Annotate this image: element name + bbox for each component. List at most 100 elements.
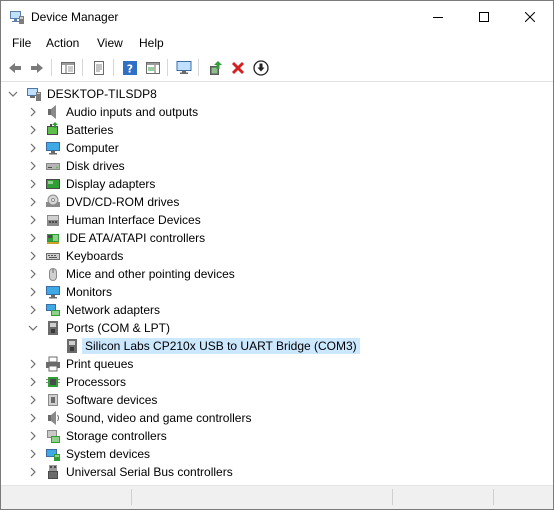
chevron-right-icon[interactable] <box>27 106 39 118</box>
status-pane <box>132 489 393 505</box>
menu-view[interactable]: View <box>96 35 124 51</box>
chevron-right-icon[interactable] <box>27 286 39 298</box>
dvd-icon <box>46 194 60 207</box>
help-button[interactable]: ? <box>120 58 140 77</box>
tree-category[interactable]: Disk drives <box>1 157 553 175</box>
scan-hardware-button[interactable] <box>174 58 194 77</box>
tree-category[interactable]: Processors <box>1 373 553 391</box>
system-devices-icon <box>46 449 60 461</box>
minimize-button[interactable] <box>415 1 461 32</box>
tree-category[interactable]: Batteries <box>1 121 553 139</box>
tree-category[interactable]: Software devices <box>1 391 553 409</box>
chevron-down-icon[interactable] <box>7 88 19 100</box>
chevron-right-icon[interactable] <box>27 142 39 154</box>
chevron-right-icon[interactable] <box>27 178 39 190</box>
computer-icon <box>46 142 60 155</box>
minimize-icon <box>433 16 443 18</box>
disable-device-button[interactable] <box>251 58 271 77</box>
chevron-right-icon[interactable] <box>27 214 39 226</box>
chevron-right-icon[interactable] <box>27 376 39 388</box>
tree-category[interactable]: Storage controllers <box>1 427 553 445</box>
device-manager-window: Device Manager File Action View Help ? D… <box>0 0 554 510</box>
battery-icon <box>47 122 58 135</box>
chevron-right-icon[interactable] <box>27 394 39 406</box>
maximize-button[interactable] <box>461 1 507 32</box>
category-label: Disk drives <box>66 159 125 173</box>
update-driver-icon <box>210 60 222 75</box>
action-pane-icon <box>146 61 160 74</box>
category-label: Sound, video and game controllers <box>66 411 252 425</box>
category-label: Mice and other pointing devices <box>66 267 235 281</box>
keyboard-icon <box>46 253 60 260</box>
category-label: Ports (COM & LPT) <box>66 321 171 335</box>
chevron-right-icon[interactable] <box>27 160 39 172</box>
uninstall-device-icon <box>231 61 245 74</box>
menu-help[interactable]: Help <box>138 35 165 51</box>
chevron-right-icon[interactable] <box>27 358 39 370</box>
forward-button[interactable] <box>27 58 47 77</box>
toolbar-separator <box>82 59 83 76</box>
uninstall-device-button[interactable] <box>228 58 248 77</box>
action-pane-button[interactable] <box>143 58 163 77</box>
chevron-right-icon[interactable] <box>27 268 39 280</box>
maximize-icon <box>479 11 489 22</box>
title-bar[interactable]: Device Manager <box>1 1 553 32</box>
device-manager-app-icon <box>10 11 24 24</box>
usb-icon <box>48 465 58 479</box>
tree-category[interactable]: Computer <box>1 139 553 157</box>
port-icon <box>48 321 58 335</box>
close-icon <box>525 11 535 22</box>
tree-category[interactable]: Mice and other pointing devices <box>1 265 553 283</box>
storage-controller-icon <box>47 430 60 443</box>
tree-category[interactable]: Human Interface Devices <box>1 211 553 229</box>
svg-text:?: ? <box>127 62 133 75</box>
category-label: Monitors <box>66 285 113 299</box>
show-hide-console-tree-button[interactable] <box>58 58 78 77</box>
chevron-right-icon[interactable] <box>27 466 39 478</box>
tree-category[interactable]: Universal Serial Bus controllers <box>1 463 553 481</box>
chevron-right-icon[interactable] <box>27 124 39 136</box>
chevron-right-icon[interactable] <box>27 448 39 460</box>
tree-category[interactable]: Keyboards <box>1 247 553 265</box>
toolbar: ? <box>1 54 553 82</box>
tree-category[interactable]: Ports (COM & LPT) <box>1 319 553 337</box>
status-pane <box>393 489 494 505</box>
tree-category[interactable]: Display adapters <box>1 175 553 193</box>
menu-bar: File Action View Help <box>1 32 553 54</box>
port-device-icon <box>67 339 77 353</box>
display-adapter-icon <box>46 179 60 189</box>
window-title: Device Manager <box>31 10 119 24</box>
close-button[interactable] <box>507 1 553 32</box>
computer-name-label: DESKTOP-TILSDP8 <box>47 87 157 101</box>
tree-category[interactable]: Sound, video and game controllers <box>1 409 553 427</box>
tree-category[interactable]: DVD/CD-ROM drives <box>1 193 553 211</box>
category-label: Print queues <box>66 357 134 371</box>
tree-category[interactable]: Monitors <box>1 283 553 301</box>
back-button[interactable] <box>5 58 25 77</box>
chevron-right-icon[interactable] <box>27 250 39 262</box>
disable-device-icon <box>253 59 269 76</box>
category-label: Human Interface Devices <box>66 213 201 227</box>
tree-device-item[interactable]: Silicon Labs CP210x USB to UART Bridge (… <box>1 337 553 355</box>
status-pane <box>1 489 132 505</box>
chevron-right-icon[interactable] <box>27 430 39 442</box>
chevron-right-icon[interactable] <box>27 304 39 316</box>
properties-button[interactable] <box>89 58 109 77</box>
tree-category[interactable]: Print queues <box>1 355 553 373</box>
chevron-down-icon[interactable] <box>27 322 39 334</box>
menu-action[interactable]: Action <box>45 35 80 51</box>
tree-category[interactable]: Audio inputs and outputs <box>1 103 553 121</box>
hid-icon <box>47 215 59 226</box>
chevron-right-icon[interactable] <box>27 232 39 244</box>
sound-icon <box>48 411 59 425</box>
chevron-right-icon[interactable] <box>27 412 39 424</box>
tree-root[interactable]: DESKTOP-TILSDP8 <box>1 85 553 103</box>
tree-category[interactable]: Network adapters <box>1 301 553 319</box>
tree-category[interactable]: System devices <box>1 445 553 463</box>
tree-category[interactable]: IDE ATA/ATAPI controllers <box>1 229 553 247</box>
chevron-right-icon[interactable] <box>27 196 39 208</box>
console-tree-icon <box>61 61 75 74</box>
speaker-icon <box>48 105 56 119</box>
menu-file[interactable]: File <box>11 35 32 51</box>
update-driver-button[interactable] <box>205 58 225 77</box>
